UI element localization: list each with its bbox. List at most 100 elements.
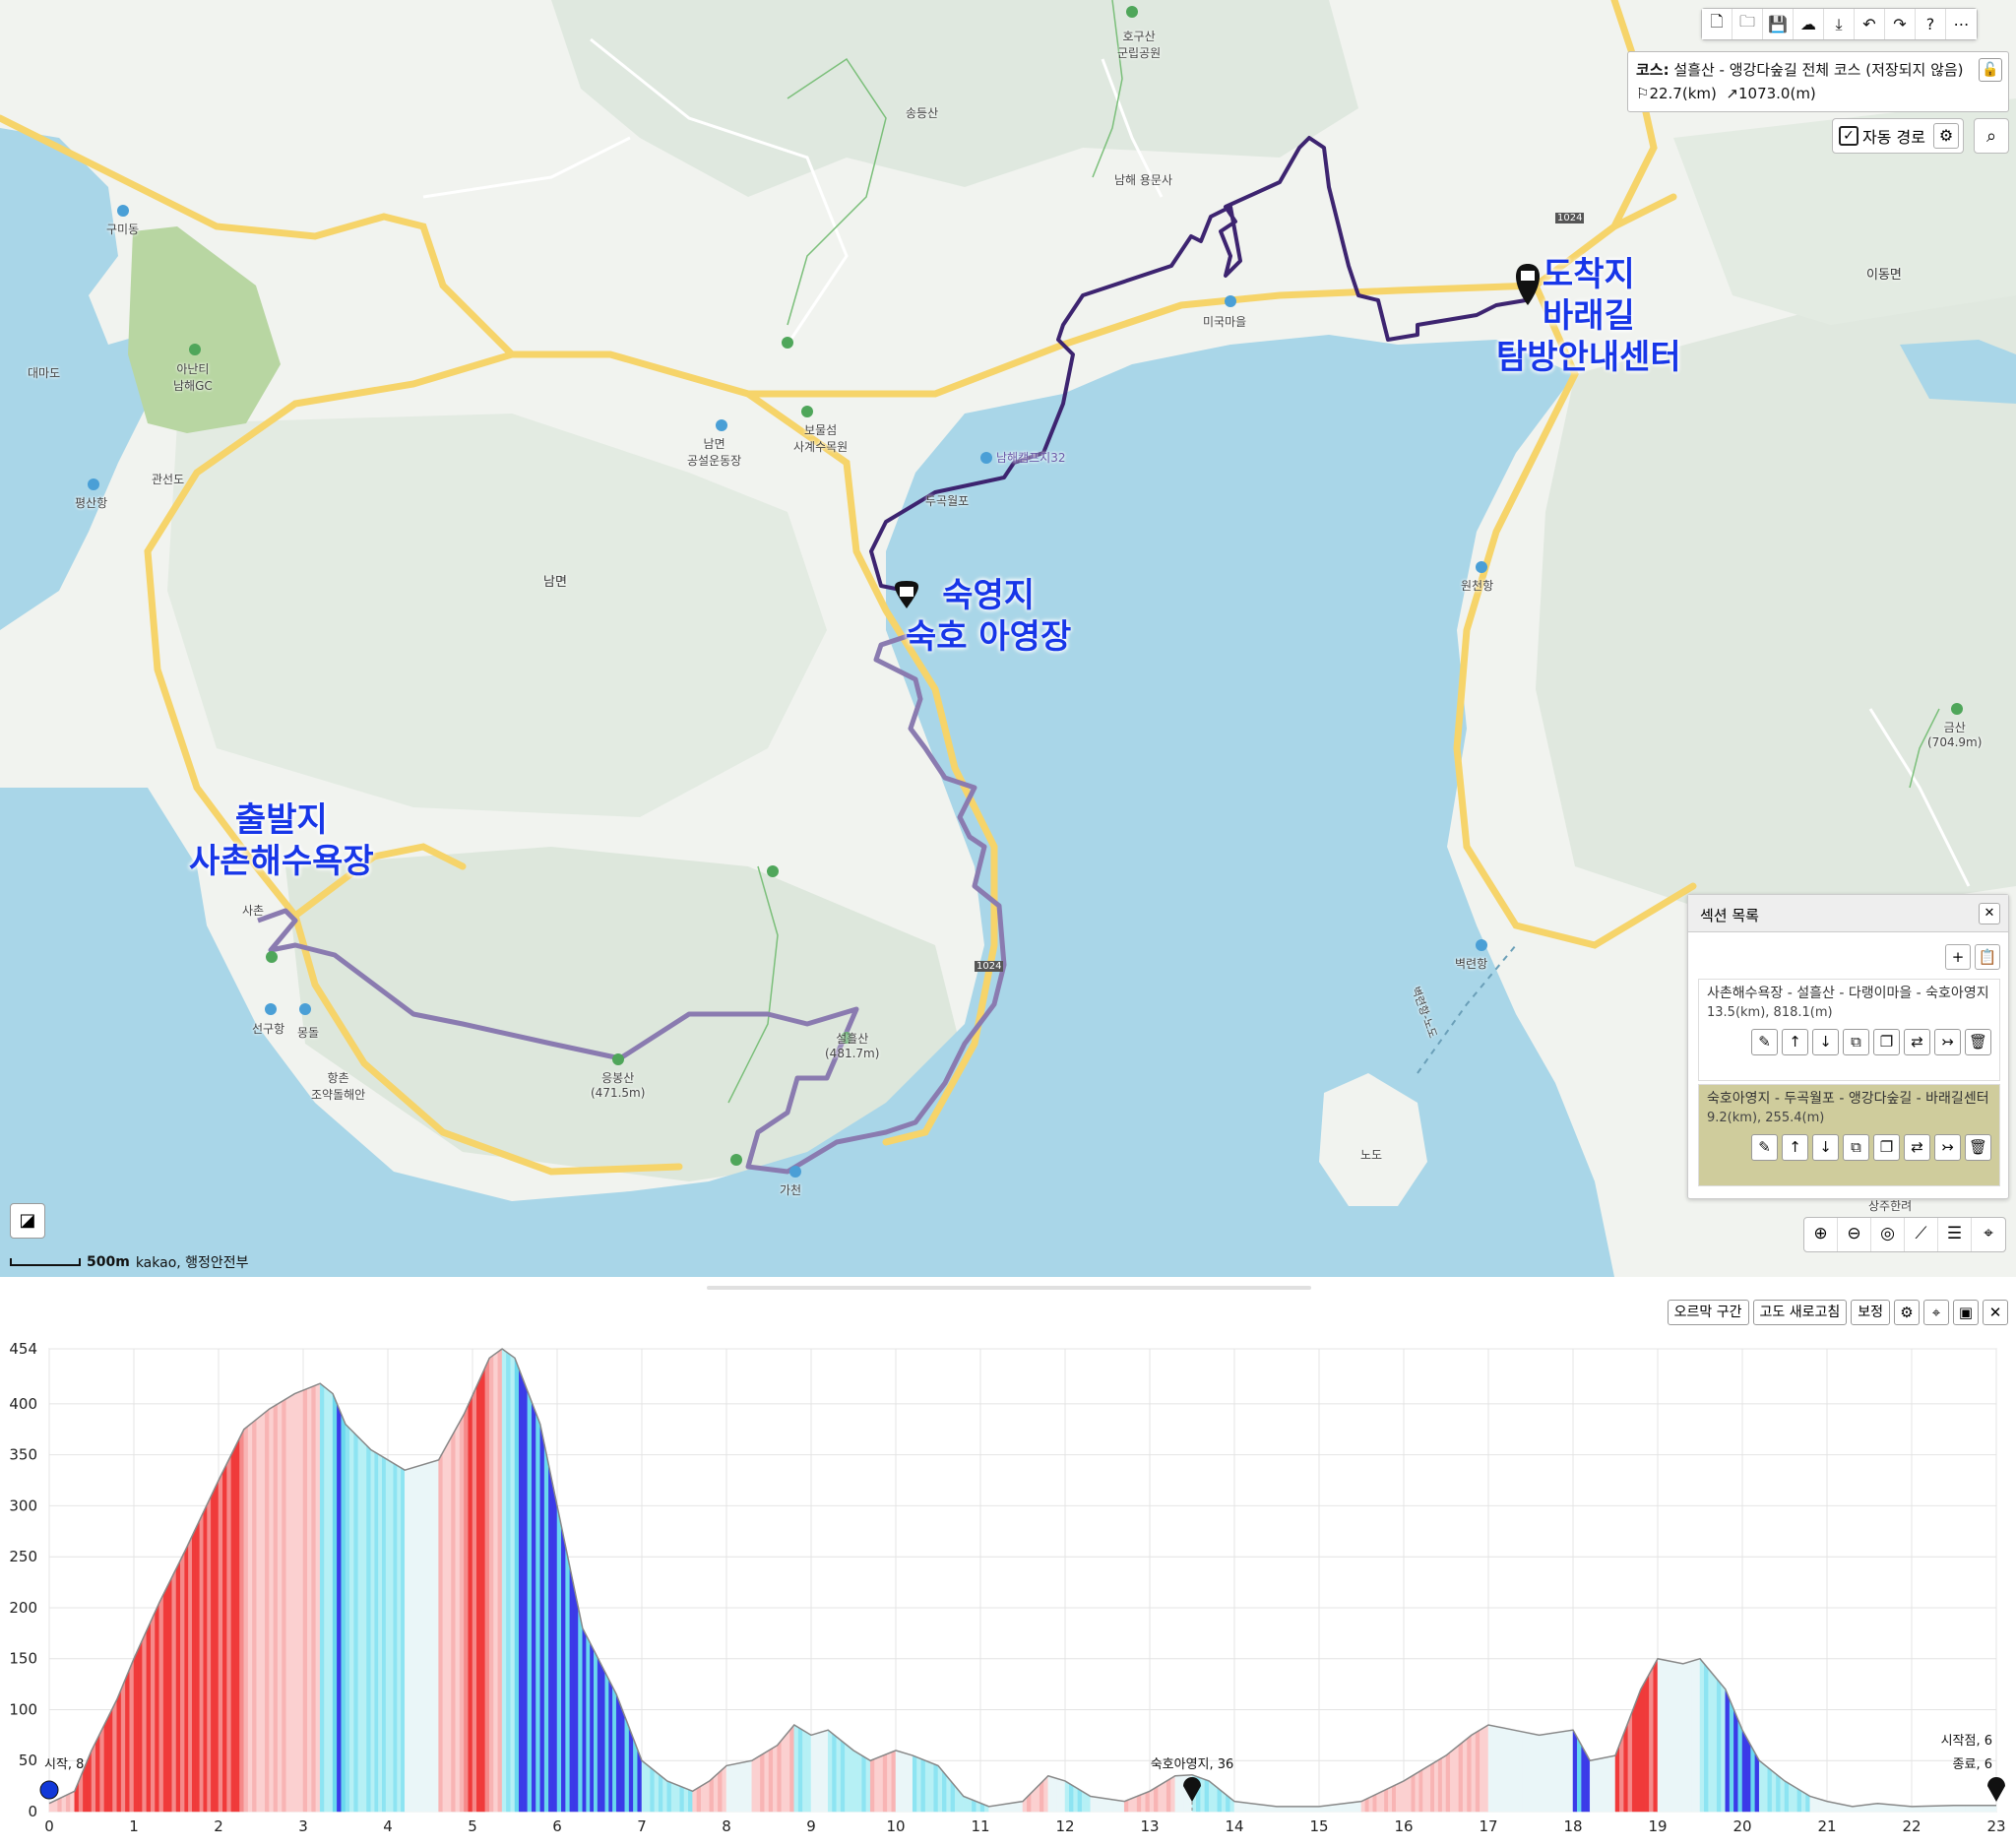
download-icon[interactable]: ⤓ — [1824, 9, 1855, 39]
elevation-slice — [908, 1753, 914, 1813]
copy-icon[interactable]: ⧉ — [1843, 1029, 1869, 1055]
zoom-out-icon[interactable]: ⊖ — [1838, 1218, 1871, 1251]
course-elevation: 1073.0(m) — [1737, 85, 1816, 102]
search-icon[interactable]: ⌕ — [1974, 118, 2009, 154]
list-icon[interactable]: ☰ — [1938, 1218, 1972, 1251]
elevation-slice — [1056, 1778, 1061, 1813]
elevation-slice — [755, 1754, 761, 1813]
duplicate-icon[interactable]: ❐ — [1873, 1029, 1900, 1055]
uphill-segments-button[interactable]: 오르막 구간 — [1667, 1300, 1749, 1325]
elevation-slice — [1610, 1754, 1616, 1813]
elevation-slice — [1253, 1803, 1258, 1813]
elevation-slice — [1204, 1779, 1210, 1813]
auto-route-toggle[interactable]: ✓ 자동 경로 ⚙ — [1832, 118, 1964, 154]
elevation-slice — [1418, 1768, 1423, 1813]
edit-icon[interactable]: ✎ — [1751, 1134, 1778, 1161]
elevation-slice — [1480, 1727, 1484, 1813]
locate-icon[interactable]: ◎ — [1871, 1218, 1905, 1251]
elevation-slice — [307, 1386, 312, 1813]
elevation-slice — [904, 1752, 910, 1813]
elevation-slice — [1800, 1790, 1806, 1813]
map-view[interactable]: 호구산 군립공원 송등산 남해 용문사 구미동 아난티 남해GC 대마도 평산항… — [0, 0, 2016, 1277]
marker-icon[interactable]: ⌖ — [1972, 1218, 2005, 1251]
y-tick-label: 200 — [9, 1599, 37, 1617]
add-icon[interactable]: + — [1945, 944, 1971, 970]
elevation-slice — [91, 1742, 96, 1813]
elevation-slice — [1288, 1806, 1292, 1813]
elevation-slice — [793, 1724, 799, 1813]
close-icon[interactable]: ✕ — [1983, 1300, 2008, 1325]
layer-icon[interactable]: ◪ — [10, 1203, 45, 1239]
duplicate-icon[interactable]: ❐ — [1873, 1134, 1900, 1161]
copy-icon[interactable]: ⧉ — [1843, 1134, 1869, 1161]
image-icon[interactable]: ▣ — [1953, 1300, 1979, 1325]
open-folder-icon[interactable]: 🗀 — [1732, 9, 1763, 39]
elevation-slice — [430, 1460, 436, 1813]
redo-icon[interactable]: ↷ — [1885, 9, 1916, 39]
section-item[interactable]: 사촌해수욕장 - 설흘산 - 다랭이마을 - 숙호아영지 13.5(km), 8… — [1698, 979, 2000, 1081]
elevation-slice — [337, 1403, 342, 1813]
help-icon[interactable]: ? — [1916, 9, 1946, 39]
merge-icon[interactable]: ↣ — [1934, 1134, 1961, 1161]
gear-icon[interactable]: ⚙ — [1933, 123, 1959, 149]
reverse-icon[interactable]: ⇄ — [1904, 1134, 1930, 1161]
elevation-slice — [1450, 1748, 1455, 1813]
elevation-slice — [370, 1449, 375, 1813]
elevation-slice — [199, 1511, 204, 1813]
elevation-slice — [590, 1642, 595, 1813]
scale-bar-line — [10, 1258, 81, 1266]
trash-icon[interactable]: 🗑 — [1965, 1029, 1991, 1055]
close-icon[interactable]: ✕ — [1979, 903, 2000, 924]
x-tick-label: 8 — [722, 1817, 731, 1835]
gear-icon[interactable]: ⚙ — [1894, 1300, 1920, 1325]
map-label: 남면 — [543, 575, 567, 590]
correct-button[interactable]: 보정 — [1851, 1300, 1890, 1325]
elevation-slice — [1545, 1733, 1551, 1813]
arrow-up-icon[interactable]: ↑ — [1782, 1134, 1808, 1161]
elevation-slice — [1678, 1662, 1684, 1813]
checkbox-checked-icon[interactable]: ✓ — [1839, 126, 1858, 146]
trash-icon[interactable]: 🗑 — [1965, 1134, 1991, 1161]
marker-icon[interactable]: ⌖ — [1923, 1300, 1949, 1325]
save-icon[interactable]: 💾 — [1763, 9, 1794, 39]
elevation-slice — [730, 1763, 735, 1813]
chart-icon[interactable]: ⟋ — [1905, 1218, 1938, 1251]
marker-label: 종료, 6 — [1953, 1757, 1992, 1772]
elevation-slice — [705, 1780, 711, 1813]
arrow-down-icon[interactable]: ↓ — [1812, 1134, 1839, 1161]
elevation-slice — [594, 1649, 598, 1813]
new-file-icon[interactable]: 🗋 — [1702, 9, 1732, 39]
elevation-slice — [378, 1453, 383, 1813]
elevation-slice — [1241, 1802, 1246, 1813]
elevation-slice — [578, 1607, 584, 1813]
cloud-upload-icon[interactable]: ☁ — [1794, 9, 1824, 39]
refresh-elevation-button[interactable]: 고도 새로고침 — [1752, 1300, 1848, 1325]
elevation-slice — [349, 1428, 354, 1813]
elevation-slice — [472, 1385, 477, 1813]
section-item-selected[interactable]: 숙호아영지 - 두곡월포 - 앵강다숲길 - 바래길센터 9.2(km), 25… — [1698, 1084, 2000, 1186]
clipboard-icon[interactable]: 📋 — [1975, 944, 2000, 970]
more-icon[interactable]: ⋯ — [1946, 9, 1977, 39]
zoom-in-icon[interactable]: ⊕ — [1804, 1218, 1838, 1251]
map-label: 남해 용문사 — [1114, 173, 1173, 187]
edit-icon[interactable]: ✎ — [1751, 1029, 1778, 1055]
section-name: 사촌해수욕장 - 설흘산 - 다랭이마을 - 숙호아영지 — [1707, 986, 1989, 1001]
elevation-slice — [260, 1412, 266, 1813]
arrow-down-icon[interactable]: ↓ — [1812, 1029, 1839, 1055]
undo-icon[interactable]: ↶ — [1855, 9, 1885, 39]
elevation-slice — [561, 1526, 566, 1813]
elevation-slice — [426, 1461, 432, 1813]
elevation-slice — [120, 1679, 126, 1813]
file-toolbar: 🗋 🗀 💾 ☁ ⤓ ↶ ↷ ? ⋯ — [1701, 8, 1978, 40]
reverse-icon[interactable]: ⇄ — [1904, 1029, 1930, 1055]
lock-icon[interactable]: 🔓 — [1979, 58, 2002, 82]
merge-icon[interactable]: ↣ — [1934, 1029, 1961, 1055]
elevation-slice — [764, 1750, 770, 1813]
x-tick-label: 3 — [298, 1817, 308, 1835]
arrow-up-icon[interactable]: ↑ — [1782, 1029, 1808, 1055]
panel-resize-handle[interactable] — [707, 1286, 1311, 1290]
x-tick-label: 5 — [468, 1817, 477, 1835]
elevation-slice — [1945, 1805, 1951, 1813]
elevation-chart[interactable]: 0 1 2 3 4 5 6 7 8 9 10 11 12 13 14 15 16 17 18 19 20 21 22 2305… — [0, 1329, 2016, 1848]
elevation-slice — [167, 1576, 172, 1813]
